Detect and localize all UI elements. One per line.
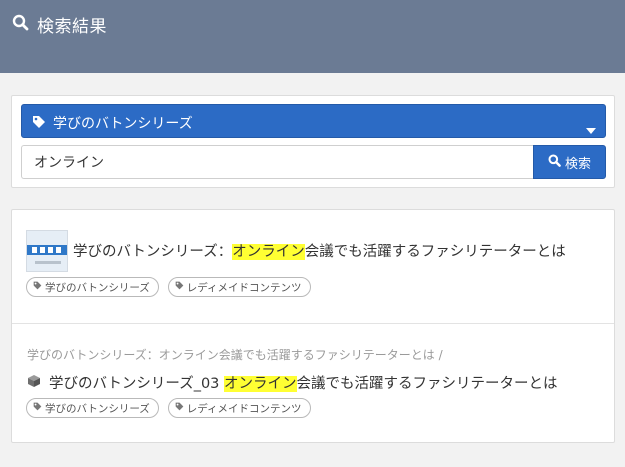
tag-label: 学びのバトンシリーズ	[45, 281, 150, 294]
category-select-label: 学びのバトンシリーズ	[53, 116, 193, 132]
tag-chip[interactable]: 学びのバトンシリーズ	[26, 398, 159, 418]
page-header: 検索結果	[0, 0, 625, 73]
tag-icon	[33, 402, 42, 414]
search-icon	[12, 14, 29, 35]
search-icon	[548, 154, 561, 171]
search-highlight: オンライン	[232, 244, 305, 260]
tag-icon	[33, 281, 42, 293]
caret-down-icon	[586, 119, 596, 138]
cube-icon	[27, 373, 41, 392]
search-button-label: 検索	[564, 156, 591, 172]
tag-list: 学びのバトンシリーズ レディメイドコンテンツ	[26, 277, 311, 297]
result-title-suffix: 会議でも活躍するファシリテーターとは	[304, 244, 566, 260]
result-title-suffix: 会議でも活躍するファシリテーターとは	[296, 376, 558, 392]
tag-chip[interactable]: レディメイドコンテンツ	[167, 398, 311, 418]
search-panel: 学びのバトンシリーズ 検索	[11, 95, 615, 188]
search-input[interactable]	[21, 145, 534, 179]
category-select[interactable]: 学びのバトンシリーズ	[21, 104, 606, 138]
result-title-prefix: 学びのバトンシリーズ：	[73, 244, 233, 260]
tag-icon	[175, 402, 184, 414]
tag-list: 学びのバトンシリーズ レディメイドコンテンツ	[26, 398, 311, 418]
tag-icon	[32, 114, 46, 133]
result-title-link[interactable]: 学びのバトンシリーズ_03 オンライン会議でも活躍するファシリテーターとは	[49, 372, 558, 393]
tag-chip[interactable]: レディメイドコンテンツ	[167, 277, 311, 297]
result-thumbnail[interactable]	[26, 230, 68, 272]
breadcrumb[interactable]: 学びのバトンシリーズ：オンライン会議でも活躍するファシリテーターとは /	[27, 346, 443, 363]
search-highlight: オンライン	[224, 376, 297, 392]
tag-label: レディメイドコンテンツ	[186, 281, 302, 294]
result-item: 学びのバトンシリーズ：オンライン会議でも活躍するファシリテーターとは 学びのバト…	[12, 210, 614, 324]
tag-icon	[175, 281, 184, 293]
tag-label: 学びのバトンシリーズ	[45, 402, 150, 415]
result-title-link[interactable]: 学びのバトンシリーズ：オンライン会議でも活躍するファシリテーターとは	[73, 240, 566, 261]
page-title: 検索結果	[37, 16, 107, 37]
result-item: 学びのバトンシリーズ：オンライン会議でも活躍するファシリテーターとは / 学びの…	[12, 324, 614, 442]
tag-chip[interactable]: 学びのバトンシリーズ	[26, 277, 159, 297]
result-title-prefix: 学びのバトンシリーズ_03	[49, 376, 225, 392]
header-title-group: 検索結果	[12, 12, 107, 37]
results-panel: 学びのバトンシリーズ：オンライン会議でも活躍するファシリテーターとは 学びのバト…	[11, 209, 615, 443]
search-button[interactable]: 検索	[533, 145, 606, 179]
tag-label: レディメイドコンテンツ	[186, 402, 302, 415]
